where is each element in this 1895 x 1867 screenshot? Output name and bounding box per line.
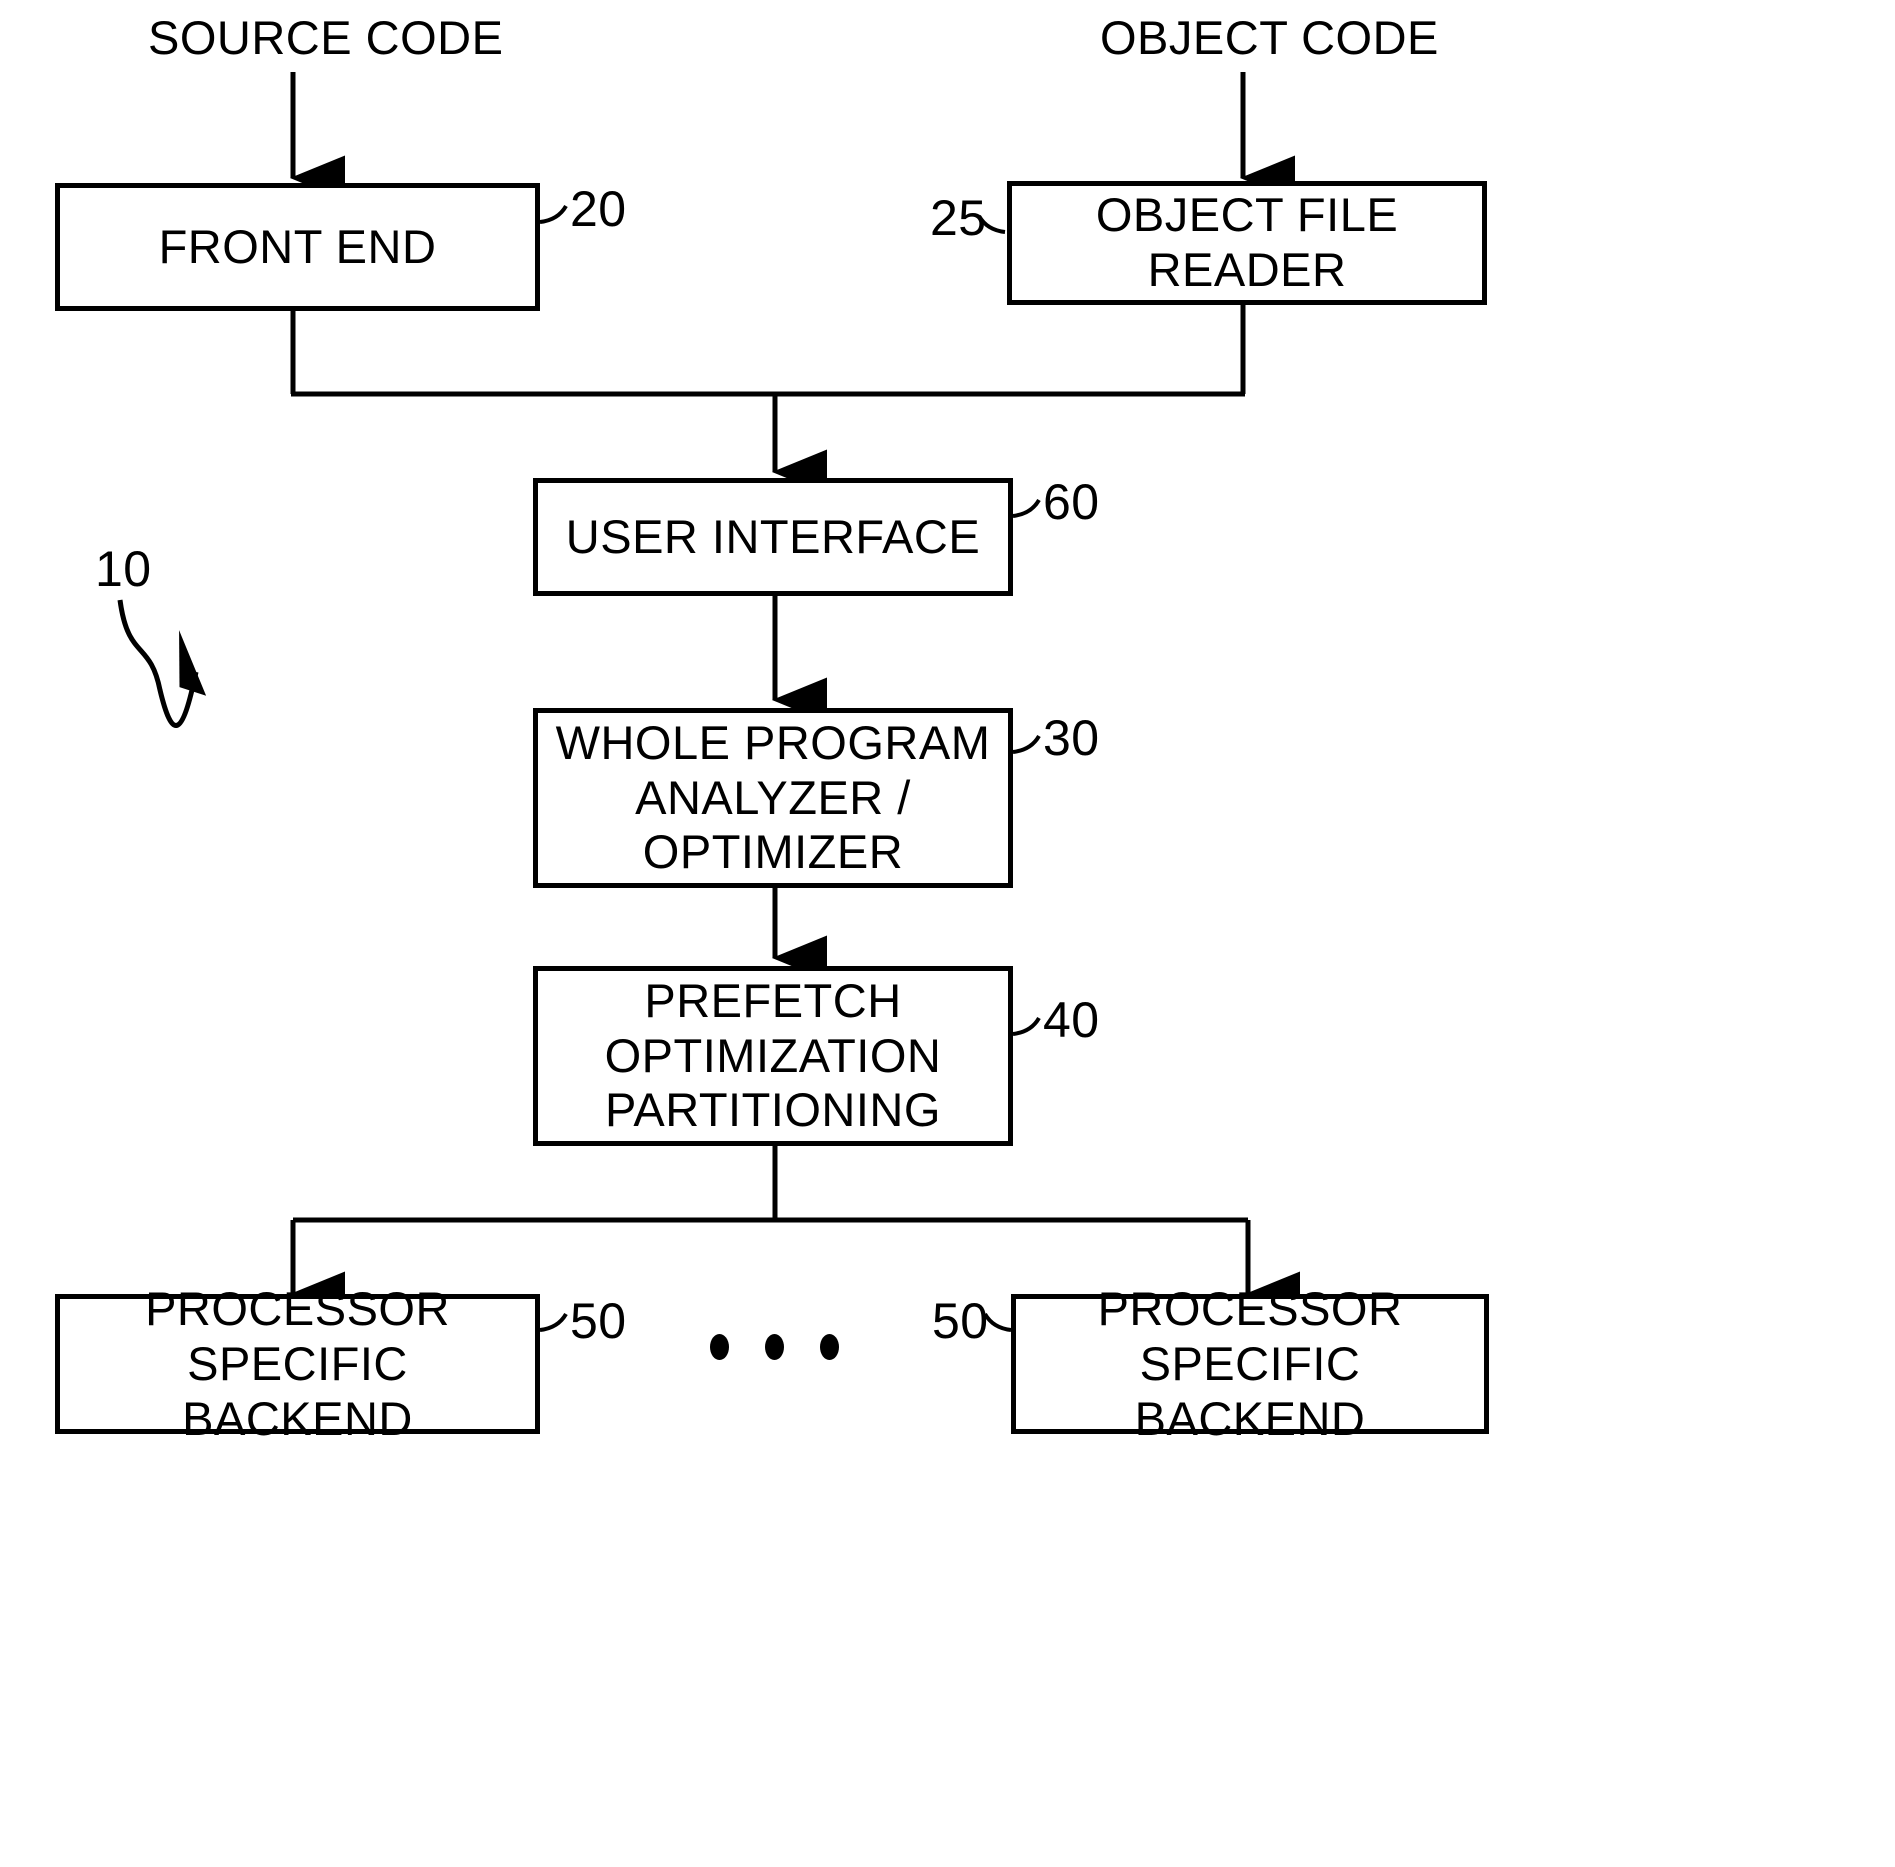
node-object-file-reader[interactable]: OBJECT FILE READER bbox=[1007, 181, 1487, 305]
node-backend-left[interactable]: PROCESSOR SPECIFIC BACKEND bbox=[55, 1282, 540, 1445]
node-object-file-reader-label: OBJECT FILE READER bbox=[1095, 188, 1399, 296]
ellipsis-backends bbox=[710, 1334, 839, 1360]
node-backend-right-label: PROCESSOR SPECIFIC BACKEND bbox=[1097, 1281, 1403, 1445]
node-user-interface-label: USER INTERFACE bbox=[565, 509, 981, 563]
node-backend-right[interactable]: PROCESSOR SPECIFIC BACKEND bbox=[1011, 1282, 1489, 1445]
node-user-interface[interactable]: USER INTERFACE bbox=[533, 478, 1013, 596]
input-label-source-code: SOURCE CODE bbox=[148, 11, 504, 64]
node-whole-program-analyzer-label: WHOLE PROGRAM ANALYZER / OPTIMIZER bbox=[555, 715, 991, 879]
input-label-object-code: OBJECT CODE bbox=[1100, 11, 1439, 64]
node-backend-left-label: PROCESSOR SPECIFIC BACKEND bbox=[145, 1281, 450, 1445]
ref-number-20: 20 bbox=[570, 181, 627, 237]
ref-number-30: 30 bbox=[1043, 710, 1100, 766]
node-front-end[interactable]: FRONT END bbox=[55, 183, 540, 311]
ref-number-50-left: 50 bbox=[570, 1293, 627, 1349]
system-reference-arrow bbox=[117, 599, 207, 728]
leader-line-50-right bbox=[983, 1312, 1012, 1332]
ref-number-25: 25 bbox=[930, 190, 987, 246]
ref-number-10: 10 bbox=[95, 541, 152, 597]
leader-line-20 bbox=[539, 204, 568, 224]
leader-line-30 bbox=[1012, 734, 1041, 754]
ref-number-60: 60 bbox=[1043, 474, 1100, 530]
ellipsis-dot bbox=[710, 1334, 729, 1360]
node-prefetch-optimization-label: PREFETCH OPTIMIZATION PARTITIONING bbox=[604, 973, 942, 1137]
ellipsis-dot bbox=[820, 1334, 839, 1360]
leader-line-60 bbox=[1012, 498, 1041, 518]
node-whole-program-analyzer[interactable]: WHOLE PROGRAM ANALYZER / OPTIMIZER bbox=[533, 708, 1013, 888]
ref-number-40: 40 bbox=[1043, 992, 1100, 1048]
patent-figure: SOURCE CODE OBJECT CODE FRONT END 20 OBJ… bbox=[0, 0, 1895, 1867]
leader-line-50-left bbox=[539, 1312, 568, 1332]
node-prefetch-optimization[interactable]: PREFETCH OPTIMIZATION PARTITIONING bbox=[533, 966, 1013, 1146]
ref-number-50-right: 50 bbox=[932, 1293, 989, 1349]
node-front-end-label: FRONT END bbox=[158, 219, 437, 273]
ellipsis-dot bbox=[765, 1334, 784, 1360]
leader-line-40 bbox=[1012, 1016, 1041, 1036]
